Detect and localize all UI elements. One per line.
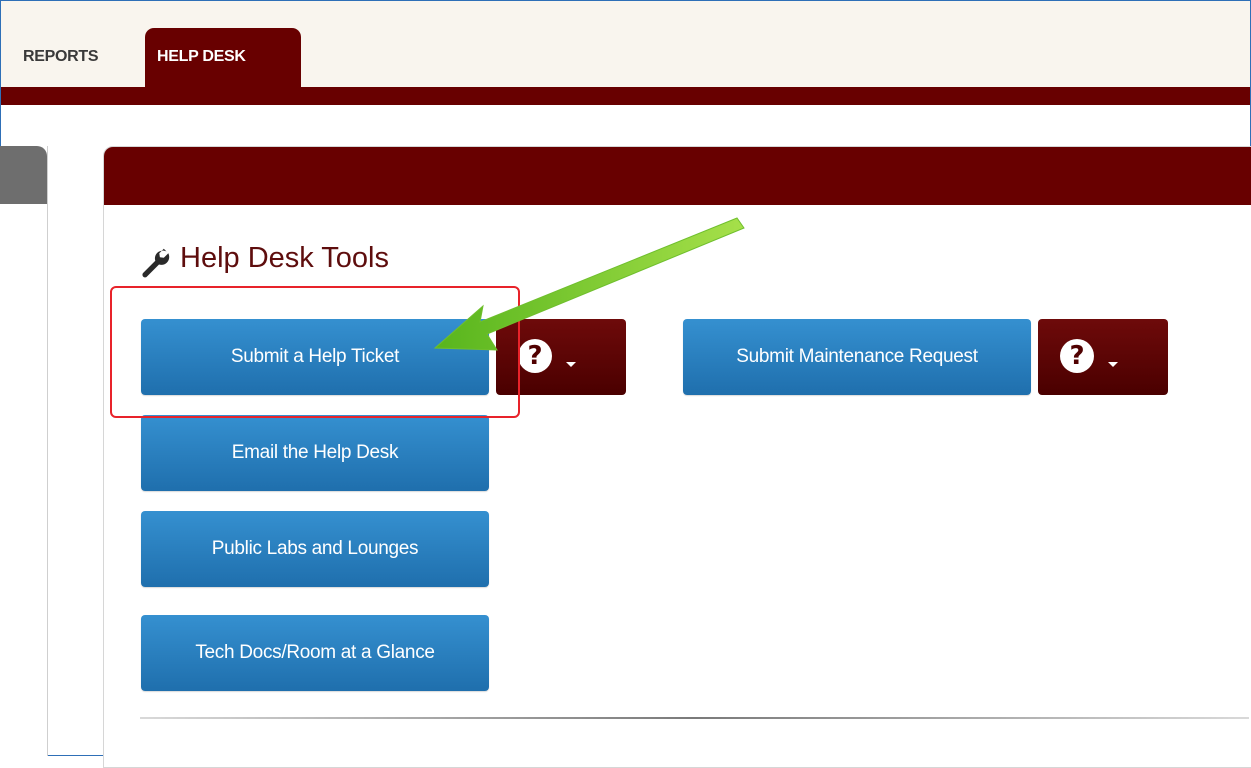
card-header [104, 147, 1251, 205]
email-help-desk-button[interactable]: Email the Help Desk [141, 415, 489, 491]
caret-down-icon [566, 362, 576, 367]
submit-maintenance-request-button[interactable]: Submit Maintenance Request [683, 319, 1031, 395]
tech-docs-button[interactable]: Tech Docs/Room at a Glance [141, 615, 489, 691]
annotation-highlight-box [110, 286, 520, 418]
nav-stripe [1, 87, 1250, 105]
question-circle-icon: ? [1060, 339, 1094, 373]
caret-down-icon [1108, 362, 1118, 367]
left-sidebar-panel [0, 146, 48, 756]
public-labs-button[interactable]: Public Labs and Lounges [141, 511, 489, 587]
left-sidebar-header [0, 146, 47, 204]
top-navigation: REPORTS HELP DESK [1, 1, 1250, 88]
tab-help-desk-label: HELP DESK [157, 48, 246, 65]
maintenance-help-dropdown[interactable]: ? [1038, 319, 1168, 395]
tab-reports[interactable]: REPORTS [23, 48, 99, 66]
wrench-icon [142, 248, 170, 278]
question-circle-icon: ? [518, 339, 552, 373]
panel-title-text: Help Desk Tools [180, 242, 390, 274]
tab-help-desk[interactable]: HELP DESK [145, 28, 301, 88]
section-divider [140, 717, 1249, 719]
